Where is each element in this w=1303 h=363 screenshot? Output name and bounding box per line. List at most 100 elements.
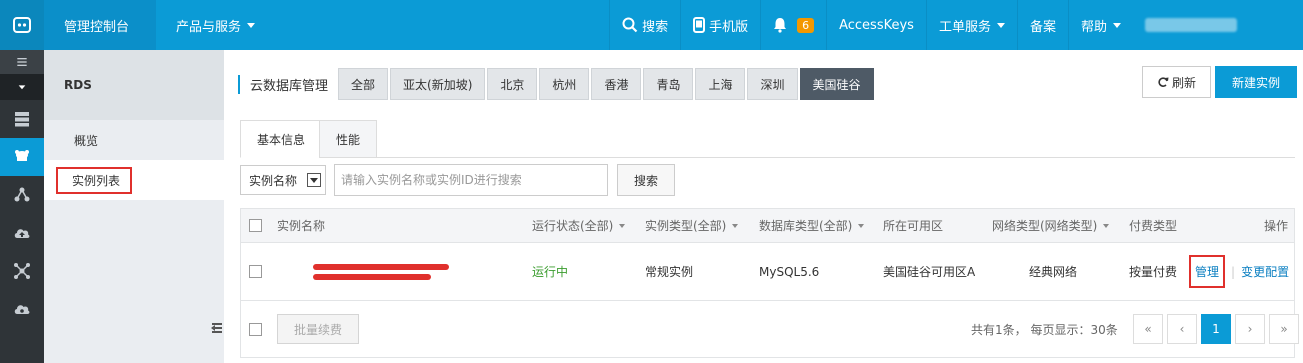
console-link[interactable]: 管理控制台 [44,0,156,50]
logo-icon[interactable] [0,0,44,50]
footer-checkbox[interactable] [249,301,262,357]
status-badge: 运行中 [532,265,569,279]
products-menu[interactable]: 产品与服务 [156,0,273,50]
server-icon [15,112,29,127]
search-button[interactable]: 搜索 [617,164,675,196]
sidebar-item-label: 实例列表 [56,166,133,194]
help-menu[interactable]: 帮助 [1067,0,1133,50]
db-type: MySQL5.6 [759,264,820,279]
page-next-button[interactable]: › [1235,314,1265,344]
region-hongkong[interactable]: 香港 [591,68,642,100]
help-label: 帮助 [1080,19,1107,35]
col-zone: 所在可用区 [883,219,944,233]
notifications-button[interactable]: 6 [760,0,826,50]
region-shenzhen[interactable]: 深圳 [747,68,798,100]
network-icon [14,187,30,202]
page-current[interactable]: 1 [1201,314,1231,344]
connections-icon [14,263,30,279]
icon-rail [0,50,44,363]
page-last-button[interactable]: » [1269,314,1299,344]
search-field-select[interactable]: 实例名称 [240,165,326,195]
region-qingdao[interactable]: 青岛 [643,68,694,100]
beian-link[interactable]: 备案 [1016,0,1068,50]
chevron-down-icon [732,223,739,228]
mobile-icon [693,17,706,33]
caret-down-icon [18,85,26,90]
manage-link[interactable]: 管理 [1189,255,1226,288]
database-icon [15,150,29,161]
chevron-down-icon [996,22,1005,28]
col-db-type[interactable]: 数据库类型(全部) [759,209,865,242]
refresh-button[interactable]: 刷新 [1141,66,1211,98]
search-input[interactable] [334,164,608,196]
cloud-upload-icon [14,229,30,238]
region-shanghai[interactable]: 上海 [695,68,746,100]
user-account-menu[interactable] [1133,0,1303,50]
row-checkbox[interactable] [249,243,262,300]
tab-performance[interactable]: 性能 [319,120,378,158]
cloud-gear-icon [14,305,30,314]
search-field-value: 实例名称 [249,173,298,188]
sidebar-title: RDS [44,50,224,120]
network-type: 经典网络 [1029,265,1078,279]
col-status[interactable]: 运行状态(全部) [532,209,626,242]
tickets-menu[interactable]: 工单服务 [925,0,1017,50]
pagination: « ‹ 1 › » [1129,301,1299,357]
new-instance-button[interactable]: 新建实例 [1215,66,1297,98]
region-label: 云数据库管理 [238,74,328,94]
rail-cloud-settings[interactable] [0,290,44,328]
select-all-checkbox[interactable] [249,209,262,242]
table-row: 运行中 常规实例 MySQL5.6 美国硅谷可用区A 经典网络 按量付费 管理 … [241,243,1294,301]
action-separator: | [1231,264,1236,279]
col-network-label: 网络类型(网络类型) [992,219,1098,233]
instance-table: 实例名称 运行状态(全部) 实例类型(全部) 数据库类型(全部) 所在可用区 网… [240,208,1299,358]
redacted-username [1145,18,1237,32]
instance-type: 常规实例 [645,265,694,279]
accesskeys-link[interactable]: AccessKeys [826,0,926,50]
menu-toggle[interactable] [0,50,44,74]
sidebar-collapse-handle[interactable] [210,316,224,340]
notification-badge: 6 [797,17,815,33]
table-header: 实例名称 运行状态(全部) 实例类型(全部) 数据库类型(全部) 所在可用区 网… [241,209,1294,243]
region-beijing[interactable]: 北京 [487,68,538,100]
col-type-label: 实例类型(全部) [645,219,727,233]
col-ops: 操作 [1264,219,1289,233]
sidebar-item-label: 概览 [74,133,99,148]
mobile-label: 手机版 [709,19,749,35]
chevron-down-icon [858,223,865,228]
chevron-down-icon [247,22,256,28]
col-type[interactable]: 实例类型(全部) [645,209,739,242]
mobile-link[interactable]: 手机版 [680,0,760,50]
batch-renew-button[interactable]: 批量续费 [277,314,360,344]
sidebar-item-overview[interactable]: 概览 [44,120,224,160]
zone: 美国硅谷可用区A [883,265,976,279]
dropdown-arrow-icon [307,173,321,187]
change-config-link[interactable]: 变更配置 [1241,263,1289,280]
region-singapore[interactable]: 亚太(新加坡) [390,68,486,100]
region-selector: 云数据库管理 全部 亚太(新加坡) 北京 杭州 香港 青岛 上海 深圳 美国硅谷 [238,68,876,100]
rail-servers[interactable] [0,100,44,138]
sidebar-item-instance-list[interactable]: 实例列表 [44,160,224,200]
region-all[interactable]: 全部 [338,68,389,100]
rail-connections[interactable] [0,252,44,290]
redacted-instance-name[interactable] [313,243,449,300]
col-status-label: 运行状态(全部) [532,219,614,233]
rail-database[interactable] [0,138,44,176]
col-db-type-label: 数据库类型(全部) [759,219,853,233]
col-network[interactable]: 网络类型(网络类型) [992,209,1110,242]
batch-renew-wrapper: 批量续费 [277,301,360,357]
rail-network[interactable] [0,176,44,214]
region-silicon-valley[interactable]: 美国硅谷 [799,68,874,100]
rail-expand[interactable] [0,74,44,100]
page-first-button[interactable]: « [1133,314,1163,344]
tab-bar: 基本信息 性能 [240,120,1295,158]
tab-basic-info[interactable]: 基本信息 [240,120,323,158]
search-row: 实例名称 搜索 [240,164,675,196]
page-prev-button[interactable]: ‹ [1167,314,1197,344]
search-link[interactable]: 搜索 [609,0,680,50]
product-sidebar: RDS 概览 实例列表 [44,50,224,363]
products-label: 产品与服务 [176,19,242,35]
rail-cloud-upload[interactable] [0,214,44,252]
search-icon [622,17,638,33]
region-hangzhou[interactable]: 杭州 [539,68,590,100]
